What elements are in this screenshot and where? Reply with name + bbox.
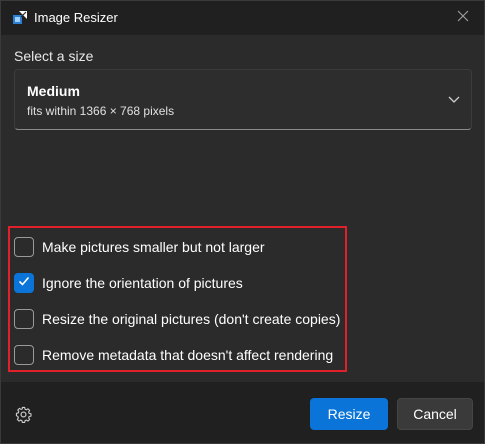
cancel-button[interactable]: Cancel xyxy=(397,398,473,430)
option-label: Make pictures smaller but not larger xyxy=(42,239,265,255)
footer-bar: Resize Cancel xyxy=(1,382,484,443)
shrink-only-checkbox[interactable] xyxy=(14,237,34,257)
resize-button[interactable]: Resize xyxy=(310,398,388,430)
close-icon xyxy=(457,9,469,27)
option-remove-metadata[interactable]: Remove metadata that doesn't affect rend… xyxy=(14,344,333,366)
option-label: Resize the original pictures (don't crea… xyxy=(42,311,341,327)
selected-size-description: fits within 1366 × 768 pixels xyxy=(27,104,175,118)
size-dropdown[interactable]: Medium fits within 1366 × 768 pixels xyxy=(14,69,472,130)
title-bar: Image Resizer xyxy=(1,1,484,35)
image-resizer-window: Image Resizer Select a size Medium fits … xyxy=(0,0,485,444)
option-label: Ignore the orientation of pictures xyxy=(42,275,243,291)
window-title: Image Resizer xyxy=(34,10,118,25)
selected-size-name: Medium xyxy=(27,83,80,99)
checkmark-icon xyxy=(17,274,31,293)
gear-icon[interactable] xyxy=(15,406,32,423)
remove-metadata-checkbox[interactable] xyxy=(14,345,34,365)
chevron-down-icon xyxy=(447,92,461,106)
option-ignore-orientation[interactable]: Ignore the orientation of pictures xyxy=(14,272,243,294)
replace-originals-checkbox[interactable] xyxy=(14,309,34,329)
image-resizer-icon xyxy=(12,10,28,26)
option-replace-originals[interactable]: Resize the original pictures (don't crea… xyxy=(14,308,340,330)
select-size-label: Select a size xyxy=(14,48,94,64)
option-label: Remove metadata that doesn't affect rend… xyxy=(42,347,334,363)
option-shrink-only[interactable]: Make pictures smaller but not larger xyxy=(14,236,265,258)
close-button[interactable] xyxy=(452,7,474,29)
ignore-orientation-checkbox[interactable] xyxy=(14,273,34,293)
